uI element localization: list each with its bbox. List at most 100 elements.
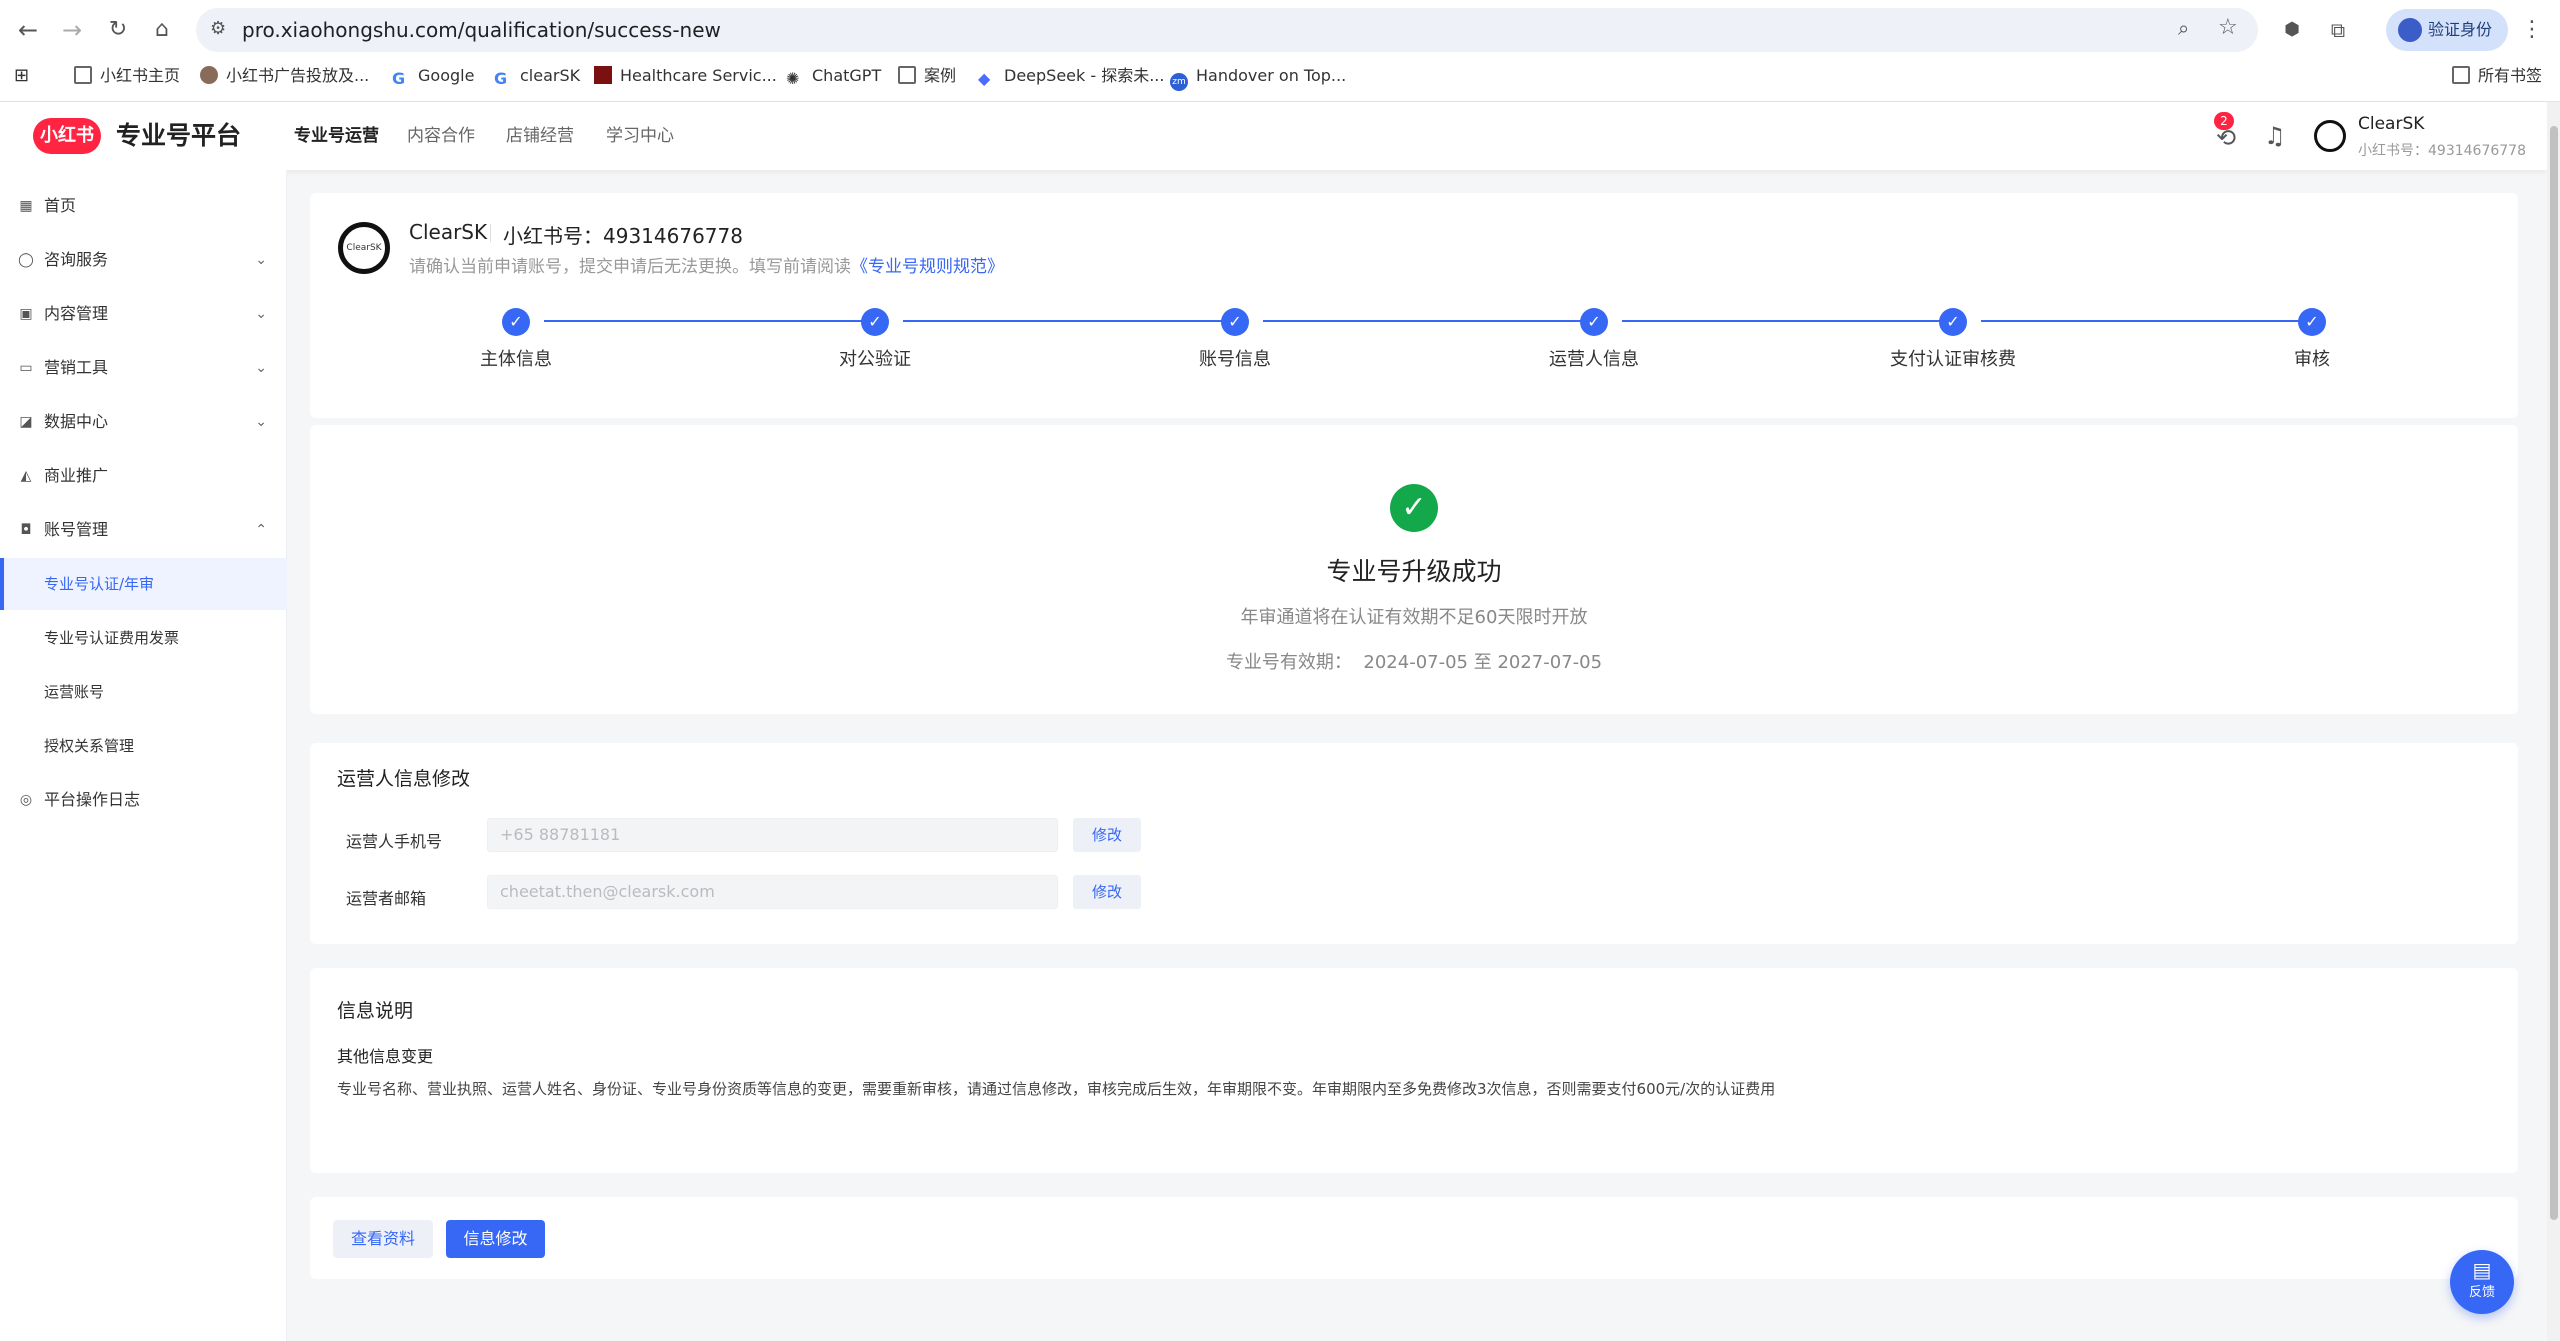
nav-operations[interactable]: 专业号运营 bbox=[294, 102, 379, 170]
browser-toolbar: ← → ↻ ⌂ ⚙ pro.xiaohongshu.com/qualificat… bbox=[0, 0, 2560, 60]
check-icon: ✓ bbox=[1939, 308, 1967, 336]
success-check-icon: ✓ bbox=[1390, 484, 1438, 532]
sidebar: ▦ 首页 ◯ 咨询服务 ⌄ ▣ 内容管理 ⌄ ▭ 营销工具 ⌄ ◪ 数据中心 ⌄ ◭ 商业推广 ◘ 账… bbox=[0, 170, 287, 1341]
reload-icon[interactable]: ↻ bbox=[102, 14, 134, 46]
home-icon[interactable]: ⌂ bbox=[146, 14, 178, 46]
bookmark-item[interactable]: G Google bbox=[392, 60, 474, 92]
nav-store[interactable]: 店铺经营 bbox=[506, 102, 574, 170]
scrollbar-track[interactable] bbox=[2547, 102, 2560, 1341]
bookmark-item[interactable]: Healthcare Servic... bbox=[594, 60, 777, 92]
sidebar-item-home[interactable]: ▦ 首页 bbox=[0, 180, 287, 232]
folder-icon bbox=[898, 66, 916, 84]
menu-kebab-icon[interactable]: ⋮ bbox=[2516, 14, 2548, 46]
edit-phone-button[interactable]: 修改 bbox=[1073, 818, 1141, 852]
bookmark-item[interactable]: 案例 bbox=[898, 60, 956, 92]
sidebar-item-operation-log[interactable]: ◎ 平台操作日志 bbox=[0, 774, 287, 826]
avatar-icon bbox=[200, 66, 218, 84]
avatar[interactable] bbox=[2314, 120, 2346, 152]
zoom-icon[interactable]: ⌕ bbox=[2178, 16, 2189, 40]
bookmarks-bar: ⊞ 小红书主页 小红书广告投放及... G Google GclearSK Hea… bbox=[0, 60, 2560, 102]
address-bar[interactable]: ⚙ pro.xiaohongshu.com/qualification/succ… bbox=[196, 8, 2258, 52]
sidebar-item-marketing[interactable]: ▭ 营销工具 ⌄ bbox=[0, 342, 287, 394]
folder-icon bbox=[74, 66, 92, 84]
actions-card bbox=[310, 1197, 2518, 1279]
url-text[interactable]: pro.xiaohongshu.com/qualification/succes… bbox=[242, 8, 721, 52]
extension-shield-icon[interactable]: ⬢ bbox=[2276, 14, 2308, 46]
deepseek-icon: ◆ bbox=[978, 69, 991, 88]
extensions-icon[interactable]: ⧉ bbox=[2322, 14, 2354, 46]
xiaohongshu-logo[interactable]: 小红书 bbox=[33, 118, 101, 154]
back-icon[interactable]: ← bbox=[12, 14, 44, 46]
check-icon: ✓ bbox=[861, 308, 889, 336]
rules-link[interactable]: 《专业号规则规范》 bbox=[851, 257, 1004, 277]
sidebar-subitem-invoice[interactable]: 专业号认证费用发票 bbox=[0, 612, 287, 664]
step-label: 审核 bbox=[2294, 349, 2330, 370]
apps-grid-icon[interactable]: ⊞ bbox=[14, 60, 29, 92]
user-name: ClearSK bbox=[2358, 114, 2425, 134]
validity: 专业号有效期： 2024-07-05 至 2027-07-05 bbox=[310, 648, 2518, 674]
step-connector bbox=[903, 320, 1235, 322]
check-icon: ✓ bbox=[2298, 308, 2326, 336]
operator-title: 运营人信息修改 bbox=[337, 768, 471, 790]
site-icon bbox=[594, 66, 612, 84]
site-settings-icon[interactable]: ⚙ bbox=[210, 18, 226, 39]
sidebar-subitem-authorization[interactable]: 授权关系管理 bbox=[0, 720, 287, 772]
info-title: 信息说明 bbox=[337, 1000, 414, 1022]
phone-input[interactable]: +65 88781181 bbox=[487, 818, 1058, 852]
chevron-down-icon: ⌄ bbox=[255, 414, 267, 430]
nav-learning[interactable]: 学习中心 bbox=[606, 102, 674, 170]
zm-icon: zm bbox=[1170, 73, 1188, 91]
step-connector bbox=[544, 320, 875, 322]
account-name: ClearSK bbox=[409, 220, 488, 244]
bookmark-item[interactable]: zm Handover on Top... bbox=[1170, 60, 1346, 92]
google-icon: G bbox=[494, 69, 508, 88]
scrollbar-thumb[interactable] bbox=[2550, 126, 2558, 1220]
sidebar-subitem-operator-account[interactable]: 运营账号 bbox=[0, 666, 287, 718]
chevron-up-icon: ⌃ bbox=[255, 522, 267, 538]
email-input[interactable]: cheetat.then@clearsk.com bbox=[487, 875, 1058, 909]
info-card bbox=[310, 968, 2518, 1173]
validity-label: 专业号有效期： bbox=[1225, 652, 1352, 673]
sidebar-item-account[interactable]: ◘ 账号管理 ⌃ bbox=[0, 504, 287, 556]
star-icon[interactable]: ☆ bbox=[2218, 15, 2238, 40]
info-subtitle: 其他信息变更 bbox=[337, 1047, 434, 1066]
nav-content-cooperation[interactable]: 内容合作 bbox=[407, 102, 475, 170]
sidebar-subitem-certification[interactable]: 专业号认证/年审 bbox=[0, 558, 287, 610]
sidebar-item-consulting[interactable]: ◯ 咨询服务 ⌄ bbox=[0, 234, 287, 286]
app-header: 小红书 专业号平台 专业号运营 内容合作 店铺经营 学习中心 ⟲ 2 ♫ Cle… bbox=[0, 102, 2547, 170]
chart-icon: ◪ bbox=[19, 414, 33, 430]
all-bookmarks[interactable]: 所有书签 bbox=[2452, 60, 2542, 92]
view-info-button[interactable]: 查看资料 bbox=[333, 1220, 433, 1258]
check-icon: ✓ bbox=[502, 308, 530, 336]
feedback-button[interactable]: ▤ 反馈 bbox=[2450, 1250, 2514, 1314]
edit-info-button[interactable]: 信息修改 bbox=[446, 1220, 545, 1258]
bookmark-item[interactable]: ✺ ChatGPT bbox=[786, 60, 881, 92]
log-icon: ◎ bbox=[19, 792, 33, 808]
sidebar-item-promotion[interactable]: ◭ 商业推广 bbox=[0, 450, 287, 502]
bookmark-item[interactable]: ◆ DeepSeek - 探索未... bbox=[978, 60, 1164, 92]
chatgpt-icon: ✺ bbox=[786, 69, 800, 88]
step-label: 对公验证 bbox=[839, 349, 911, 370]
step-connector bbox=[1622, 320, 1953, 322]
folder-icon bbox=[2452, 66, 2470, 84]
info-text: 专业号名称、营业执照、运营人姓名、身份证、专业号身份资质等信息的变更，需要重新审… bbox=[337, 1080, 1776, 1098]
bookmark-item[interactable]: 小红书广告投放及... bbox=[200, 60, 369, 92]
check-icon: ✓ bbox=[1580, 308, 1608, 336]
step-connector bbox=[1263, 320, 1594, 322]
step-label: 支付认证审核费 bbox=[1890, 349, 2016, 370]
phone-label: 运营人手机号 bbox=[346, 832, 443, 851]
sidebar-item-content[interactable]: ▣ 内容管理 ⌄ bbox=[0, 288, 287, 340]
bell-icon[interactable]: ♫ bbox=[2264, 122, 2286, 150]
chevron-down-icon: ⌄ bbox=[255, 306, 267, 322]
verify-label: 验证身份 bbox=[2428, 20, 2493, 39]
bookmark-item[interactable]: GclearSK bbox=[494, 60, 580, 92]
edit-email-button[interactable]: 修改 bbox=[1073, 875, 1141, 909]
notification-badge: 2 bbox=[2214, 112, 2234, 130]
bookmark-item[interactable]: 小红书主页 bbox=[74, 60, 180, 92]
platform-title: 专业号平台 bbox=[116, 121, 242, 150]
sidebar-item-data[interactable]: ◪ 数据中心 ⌄ bbox=[0, 396, 287, 448]
verify-identity-button[interactable]: 验证身份 bbox=[2386, 9, 2508, 51]
forward-icon[interactable]: → bbox=[56, 14, 88, 46]
grid-icon: ▦ bbox=[19, 198, 33, 214]
account-xhs-id: 小红书号：49314676778 bbox=[503, 224, 743, 248]
